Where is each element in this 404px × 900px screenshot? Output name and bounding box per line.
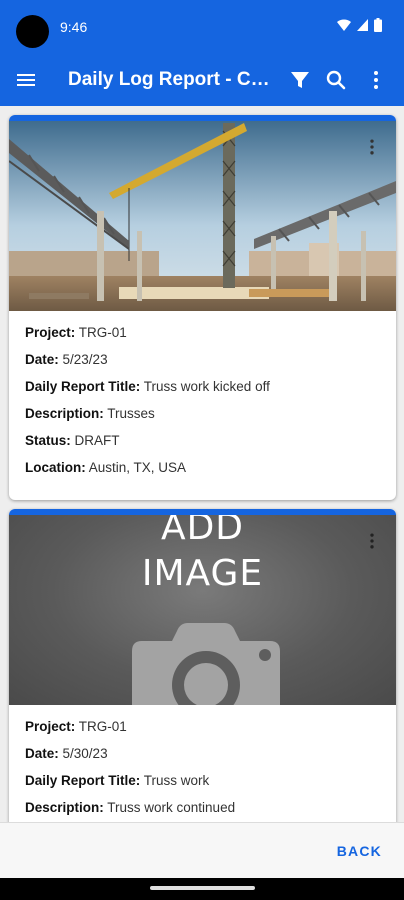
report-card[interactable]: ADD IMAGE Project: TRG-01 Date: 5/30/23 …	[9, 509, 396, 822]
field-date: Date: 5/30/23	[25, 746, 108, 761]
card-more-icon[interactable]	[362, 137, 382, 157]
construction-site-photo	[9, 121, 396, 311]
home-gesture-handle[interactable]	[150, 886, 255, 890]
field-location: Location: Austin, TX, USA	[25, 460, 187, 475]
field-description: Description: Truss work continued	[25, 800, 236, 815]
menu-icon[interactable]	[14, 68, 38, 92]
more-vert-icon[interactable]	[364, 68, 388, 92]
bottom-action-bar: BACK	[0, 822, 404, 878]
signal-icon	[357, 19, 368, 31]
add-image-line2: IMAGE	[141, 553, 264, 594]
field-status: Status: DRAFT	[25, 433, 120, 448]
add-image-placeholder[interactable]: ADD IMAGE	[9, 515, 396, 705]
field-description: Description: Trusses	[25, 406, 155, 421]
add-image-line1: ADD	[160, 515, 245, 548]
report-list[interactable]: Project: TRG-01 Date: 5/23/23 Daily Repo…	[0, 106, 404, 822]
field-date: Date: 5/23/23	[25, 352, 108, 367]
camera-cutout	[16, 15, 49, 48]
system-nav-bar	[0, 878, 404, 900]
field-report-title: Daily Report Title: Truss work	[25, 773, 210, 788]
status-icons	[337, 18, 382, 32]
report-photo[interactable]	[9, 121, 396, 311]
field-project: Project: TRG-01	[25, 719, 127, 734]
field-project: Project: TRG-01	[25, 325, 127, 340]
field-report-title: Daily Report Title: Truss work kicked of…	[25, 379, 270, 394]
filter-icon[interactable]	[288, 68, 312, 92]
back-button[interactable]: BACK	[337, 843, 382, 859]
battery-icon	[374, 18, 382, 32]
wifi-icon	[337, 19, 351, 31]
app-bar: Daily Log Report - Car...	[0, 56, 404, 106]
report-card[interactable]: Project: TRG-01 Date: 5/23/23 Daily Repo…	[9, 115, 396, 500]
card-more-icon[interactable]	[362, 531, 382, 551]
page-title: Daily Log Report - Car...	[68, 69, 278, 90]
search-icon[interactable]	[324, 68, 348, 92]
camera-icon	[132, 623, 280, 705]
report-fields: Project: TRG-01 Date: 5/30/23 Daily Repo…	[9, 705, 396, 821]
status-time: 9:46	[60, 19, 88, 35]
status-bar: 9:46	[0, 0, 404, 56]
report-fields: Project: TRG-01 Date: 5/23/23 Daily Repo…	[9, 311, 396, 481]
